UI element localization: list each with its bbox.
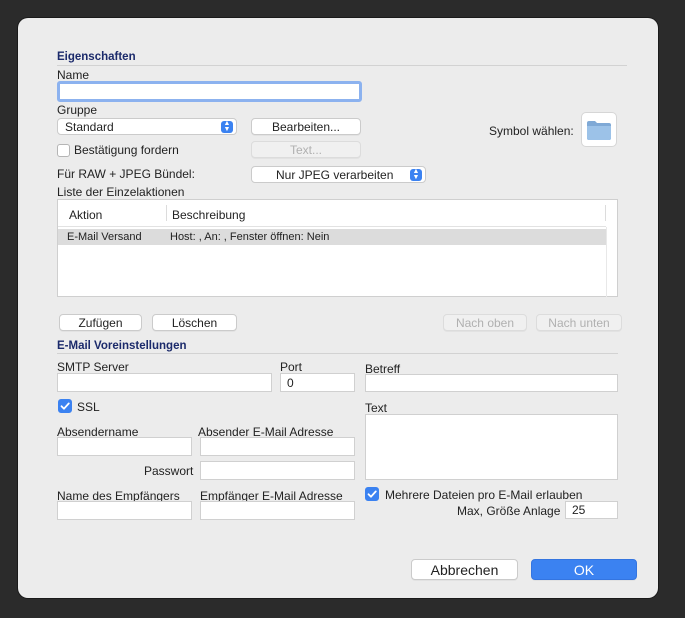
password-input[interactable] [200,461,355,480]
group-label: Gruppe [57,103,98,117]
raw-jpeg-label: Für RAW + JPEG Bündel: [57,167,195,181]
max-size-label: Max, Größe Anlage [457,504,561,518]
table-cell-description: Host: , An: , Fenster öffnen: Nein [170,231,330,243]
confirm-checkbox[interactable] [57,144,70,157]
recipient-name-input[interactable] [57,501,192,520]
ssl-label: SSL [77,400,100,414]
folder-icon [587,120,611,140]
move-up-button[interactable]: Nach oben [443,314,527,331]
delete-action-button[interactable]: Löschen [152,314,237,331]
move-down-button[interactable]: Nach unten [536,314,622,331]
properties-separator [57,65,627,66]
symbol-label: Symbol wählen: [489,124,574,138]
cancel-button[interactable]: Abbrechen [411,559,518,580]
properties-section-title: Eigenschaften [57,51,136,63]
ok-button[interactable]: OK [531,559,637,580]
port-input[interactable] [280,373,355,392]
chevron-updown-icon: ▲ ▼ [221,120,233,133]
column-divider [605,205,606,221]
checkmark-icon [367,490,377,498]
edit-group-button[interactable]: Bearbeiten... [251,118,361,135]
subject-input[interactable] [365,374,618,392]
properties-dialog: Eigenschaften Name Gruppe Standard ▲ ▼ Be… [18,18,658,598]
multi-files-checkbox[interactable] [365,487,379,501]
confirm-label: Bestätigung fordern [74,143,179,157]
group-select[interactable]: Standard ▲ ▼ [57,118,237,135]
header-separator [58,226,606,227]
smtp-server-input[interactable] [57,373,272,392]
actions-list-label: Liste der Einzelaktionen [57,185,185,199]
email-section-title: E-Mail Voreinstellungen [57,340,187,352]
column-header-description[interactable]: Beschreibung [172,208,245,222]
name-label: Name [57,68,90,82]
table-cell-action: E-Mail Versand [67,231,142,243]
raw-jpeg-select-value: Nur JPEG verarbeiten [276,167,394,182]
text-button[interactable]: Text... [251,141,361,158]
port-label: Port [280,360,303,374]
text-label: Text [365,401,388,415]
name-input[interactable] [57,81,362,102]
raw-jpeg-select[interactable]: Nur JPEG verarbeiten ▲ ▼ [251,166,426,183]
max-size-input[interactable] [565,501,618,519]
checkmark-icon [60,402,70,410]
ssl-checkbox[interactable] [58,399,72,413]
sender-name-input[interactable] [57,437,192,456]
password-label: Passwort [144,464,194,478]
group-select-value: Standard [65,119,114,134]
add-action-button[interactable]: Zufügen [59,314,142,331]
sender-email-input[interactable] [200,437,355,456]
chevron-updown-icon: ▲ ▼ [410,168,422,181]
table-row[interactable]: E-Mail Versand Host: , An: , Fenster öff… [58,229,606,245]
table-scroll-track [606,227,607,297]
column-header-action[interactable]: Aktion [69,208,102,222]
smtp-label: SMTP Server [57,360,129,374]
recipient-email-input[interactable] [200,501,355,520]
email-separator [57,353,618,354]
symbol-choose-button[interactable] [581,112,617,147]
column-divider [166,205,167,221]
email-text-textarea[interactable] [365,414,618,480]
actions-table[interactable]: Aktion Beschreibung E-Mail Versand Host:… [57,199,618,297]
multi-files-label: Mehrere Dateien pro E-Mail erlauben [385,488,583,502]
